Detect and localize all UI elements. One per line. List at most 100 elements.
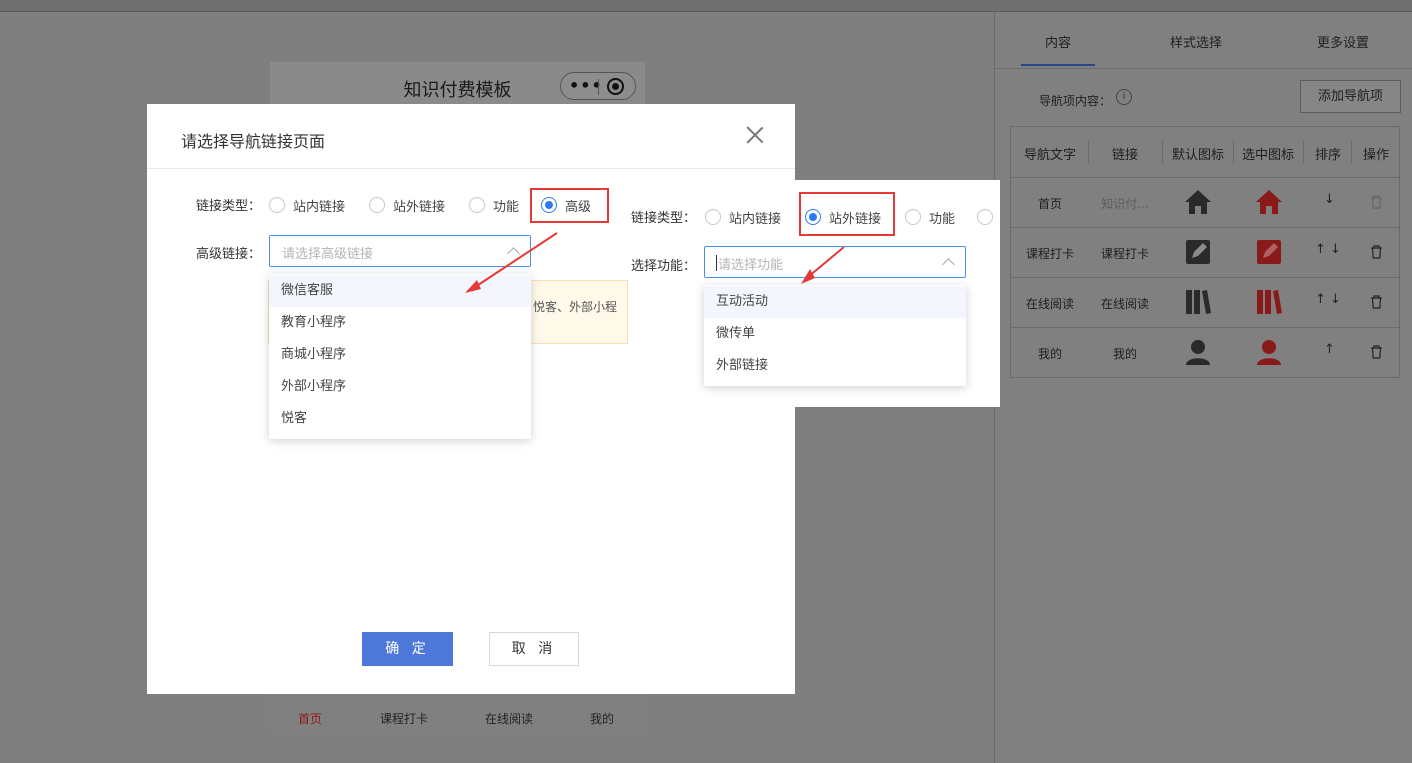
table-row: 课程打卡 课程打卡 ↑ ↓ (1011, 228, 1401, 278)
function-dropdown: 互动活动 微传单 外部链接 (704, 285, 966, 386)
row-nav-link[interactable]: 我的 (1096, 345, 1154, 362)
user-icon[interactable] (1183, 337, 1213, 367)
row-nav-text: 我的 (1037, 347, 1062, 361)
info-icon[interactable]: i (1116, 89, 1132, 105)
close-target-icon (607, 78, 624, 95)
row-nav-text: 在线阅读 (1025, 297, 1074, 311)
radio-advanced[interactable] (977, 208, 993, 226)
user-active-icon[interactable] (1254, 337, 1284, 367)
col-header-text: 导航文字 (1023, 148, 1076, 163)
row-nav-link[interactable]: 课程打卡 (1096, 245, 1154, 262)
nav-items-table: 导航文字 链接 默认图标 选中图标 排序 操作 首页 知识付... ↓ 课程打卡… (1010, 126, 1401, 378)
col-header-sort: 排序 (1314, 148, 1341, 163)
confirm-button[interactable]: 确 定 (362, 632, 453, 666)
option-mall-miniapp[interactable]: 商城小程序 (269, 339, 531, 371)
advanced-link-dropdown: 微信客服 教育小程序 商城小程序 外部小程序 悦客 (269, 274, 531, 439)
home-active-icon[interactable] (1254, 187, 1284, 217)
nav-content-label: 导航项内容： (1039, 94, 1112, 108)
tab-content[interactable]: 内容 (1045, 32, 1071, 51)
col-header-default-icon: 默认图标 (1171, 148, 1224, 163)
option-wechat-service[interactable]: 微信客服 (269, 275, 531, 307)
function-select[interactable]: 请选择功能 (704, 246, 966, 278)
active-tab-indicator (1021, 64, 1095, 66)
radio-circle (369, 197, 385, 213)
trash-icon[interactable] (1370, 195, 1383, 209)
miniapp-capsule: ••• (560, 72, 636, 100)
home-icon[interactable] (1183, 187, 1213, 217)
books-icon[interactable] (1183, 287, 1213, 317)
col-header-actions: 操作 (1362, 148, 1389, 163)
highlight-external-link (799, 192, 895, 236)
col-divider (1351, 141, 1352, 163)
sort-arrows[interactable]: ↑ (1324, 342, 1335, 357)
link-type-label: 链接类型： (196, 199, 262, 214)
panel-tabs: 内容 样式选择 更多设置 (995, 12, 1412, 68)
tab-style[interactable]: 样式选择 (1170, 32, 1222, 51)
sort-arrows[interactable]: ↑ ↓ (1315, 292, 1341, 307)
option-yueke[interactable]: 悦客 (269, 403, 531, 435)
select-placeholder: 请选择功能 (718, 258, 784, 273)
radio-circle (977, 209, 993, 225)
radio-internal-link[interactable]: 站内链接 (705, 208, 781, 227)
phone-tabbar: 首页 课程打卡 在线阅读 我的 (270, 690, 645, 730)
option-edu-miniapp[interactable]: 教育小程序 (269, 307, 531, 339)
panel-divider (995, 68, 1412, 69)
edit-active-icon[interactable] (1254, 237, 1284, 267)
radio-circle (269, 197, 285, 213)
col-header-link: 链接 (1111, 148, 1138, 163)
col-header-selected-icon: 选中图标 (1241, 148, 1294, 163)
option-micro-flyer[interactable]: 微传单 (704, 318, 966, 350)
advanced-link-select[interactable]: 请选择高级链接 (269, 235, 531, 267)
radio-internal-link[interactable]: 站内链接 (269, 196, 346, 215)
trash-icon[interactable] (1370, 245, 1383, 259)
text-caret (716, 255, 717, 271)
option-external-link[interactable]: 外部链接 (704, 350, 966, 382)
select-placeholder: 请选择高级链接 (282, 247, 374, 262)
col-divider (1303, 141, 1304, 163)
settings-panel: 内容 样式选择 更多设置 导航项内容： i 添加导航项 导航文字 链接 默认图标… (994, 12, 1412, 763)
row-nav-text: 首页 (1037, 197, 1062, 211)
radio-function[interactable]: 功能 (905, 208, 955, 227)
close-icon[interactable] (746, 126, 764, 144)
link-type-label: 链接类型： (631, 211, 697, 226)
radio-function[interactable]: 功能 (469, 196, 520, 215)
highlight-advanced (530, 188, 609, 223)
phone-header: 知识付费模板 ••• (270, 62, 645, 110)
add-nav-item-button[interactable]: 添加导航项 (1300, 80, 1401, 113)
tabbar-item-home: 首页 (297, 712, 322, 726)
radio-label: 站内链接 (293, 199, 346, 215)
radio-label: 站外链接 (393, 199, 446, 215)
radio-label: 功能 (493, 199, 520, 215)
row-nav-link[interactable]: 知识付... (1096, 195, 1154, 212)
radio-circle (905, 209, 921, 225)
table-header: 导航文字 链接 默认图标 选中图标 排序 操作 (1011, 127, 1401, 178)
tabbar-item-mine: 我的 (589, 712, 614, 726)
tab-more-settings[interactable]: 更多设置 (1317, 32, 1369, 51)
col-divider (1088, 141, 1089, 163)
books-active-icon[interactable] (1254, 287, 1284, 317)
table-row: 我的 我的 ↑ (1011, 328, 1401, 378)
row-nav-link[interactable]: 在线阅读 (1096, 295, 1154, 312)
select-function-label: 选择功能： (631, 259, 697, 274)
chevron-up-icon (507, 247, 520, 260)
chevron-up-icon (942, 258, 955, 271)
table-row: 在线阅读 在线阅读 ↑ ↓ (1011, 278, 1401, 328)
radio-external-link[interactable]: 站外链接 (369, 196, 446, 215)
advanced-link-label: 高级链接： (196, 247, 262, 262)
cancel-button[interactable]: 取 消 (489, 632, 579, 666)
option-external-miniapp[interactable]: 外部小程序 (269, 371, 531, 403)
dialog-title: 请选择导航链接页面 (181, 132, 326, 151)
option-interactive-activity[interactable]: 互动活动 (704, 286, 966, 318)
row-nav-text: 课程打卡 (1025, 247, 1074, 261)
sort-arrows[interactable]: ↑ ↓ (1315, 242, 1341, 257)
trash-icon[interactable] (1370, 295, 1383, 309)
trash-icon[interactable] (1370, 345, 1383, 359)
sort-arrows[interactable]: ↓ (1324, 192, 1335, 207)
col-divider (1162, 141, 1163, 163)
dialog-divider (147, 168, 795, 169)
edit-icon[interactable] (1183, 237, 1213, 267)
tabbar-item-checkin: 课程打卡 (379, 712, 428, 726)
top-bar (0, 0, 1412, 12)
tabbar-item-reading: 在线阅读 (484, 712, 533, 726)
col-divider (1233, 141, 1234, 163)
